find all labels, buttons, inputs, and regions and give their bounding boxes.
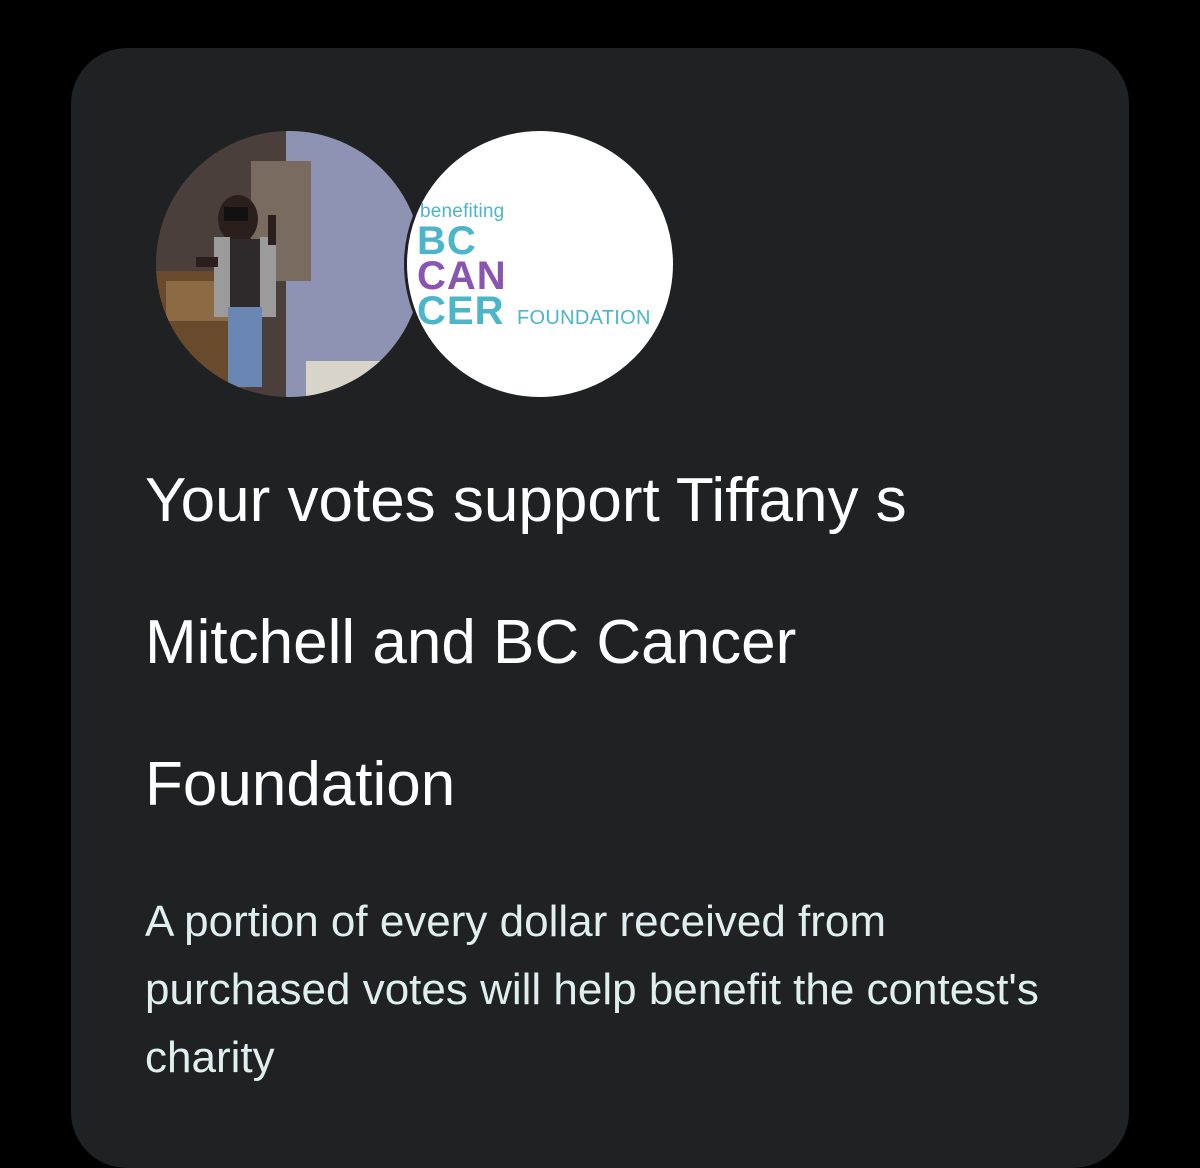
charity-logo-avatar: benefiting BC CAN CER FOUNDATION [404,128,676,400]
charity-description: A portion of every dollar received from … [145,897,1039,1082]
avatar-group: benefiting BC CAN CER FOUNDATION [156,128,676,401]
support-headline: Your votes support Tiffany s Mitchell an… [145,466,907,819]
logo-foundation-text: FOUNDATION [517,307,651,329]
contestant-avatar [156,131,422,397]
contestant-photo-icon [156,131,422,397]
logo-cer-text: CER [417,289,505,333]
